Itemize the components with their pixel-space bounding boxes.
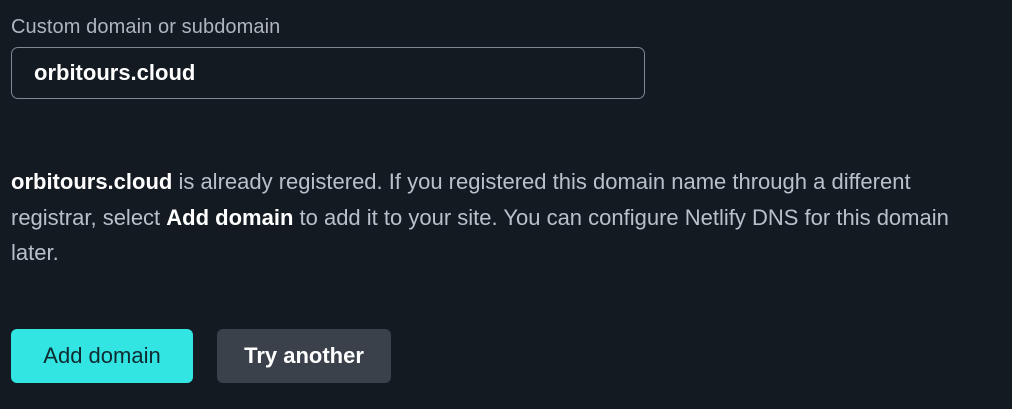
message-domain-name: orbitours.cloud xyxy=(11,169,173,194)
domain-field-label: Custom domain or subdomain xyxy=(11,16,281,38)
message-action-name: Add domain xyxy=(166,204,294,230)
try-another-button[interactable]: Try another xyxy=(217,329,391,383)
domain-input[interactable] xyxy=(11,47,645,99)
domain-registered-message: orbitours.cloud is already registered. I… xyxy=(11,164,1001,271)
add-domain-button[interactable]: Add domain xyxy=(11,329,193,383)
